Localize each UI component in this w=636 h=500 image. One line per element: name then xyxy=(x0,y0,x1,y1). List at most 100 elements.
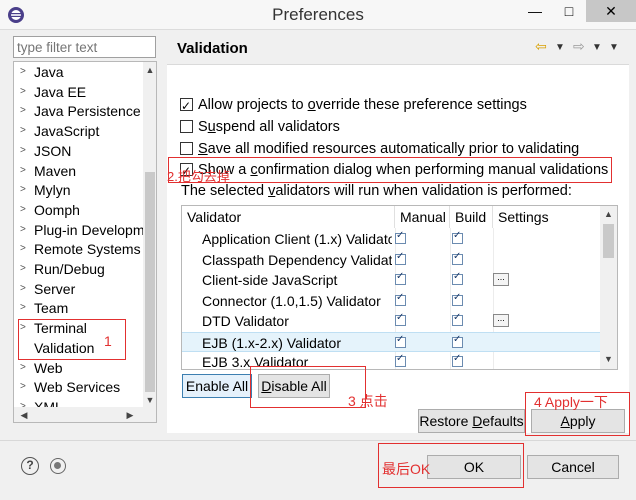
build-checkbox[interactable] xyxy=(452,292,463,306)
expand-arrow-icon[interactable]: > xyxy=(20,377,26,397)
annotation-label-2: 2.把勾去掉 xyxy=(167,169,230,184)
manual-checkbox[interactable] xyxy=(395,292,406,306)
tree-item[interactable]: > JavaScript xyxy=(14,121,142,141)
scroll-down-icon[interactable]: ▼ xyxy=(143,392,156,408)
tree-item[interactable]: > Java xyxy=(14,62,142,82)
column-header-build[interactable]: Build xyxy=(450,206,493,228)
enable-all-button[interactable]: Enable All xyxy=(182,374,252,398)
manual-checkbox[interactable] xyxy=(395,230,406,244)
tree-item-label: Plug-in Development xyxy=(34,221,157,238)
table-row[interactable]: Client-side JavaScript... xyxy=(182,270,600,291)
tree-item-label: Java EE xyxy=(34,83,87,100)
close-button[interactable]: ✕ xyxy=(586,0,636,22)
build-checkbox[interactable] xyxy=(452,251,463,265)
expand-arrow-icon[interactable]: > xyxy=(20,358,26,378)
validator-name: EJB (1.x-2.x) Validator xyxy=(202,334,342,351)
save-modified-label: Save all modified resources automaticall… xyxy=(198,141,580,157)
table-row[interactable]: Application Client (1.x) Validator xyxy=(182,229,600,250)
tree-item[interactable]: > Web xyxy=(14,358,142,378)
manual-checkbox[interactable] xyxy=(395,251,406,265)
back-arrow-icon[interactable]: ⇦ xyxy=(535,38,547,55)
table-row[interactable]: EJB (1.x-2.x) Validator xyxy=(182,331,600,352)
scroll-down-icon[interactable]: ▼ xyxy=(600,351,617,367)
tree-vertical-scrollbar[interactable]: ▲ ▼ xyxy=(143,62,156,408)
tree-item[interactable]: > Mylyn xyxy=(14,180,142,200)
forward-dropdown-icon[interactable]: ▼ xyxy=(592,42,602,53)
restore-defaults-button[interactable]: Restore Defaults xyxy=(418,409,525,433)
minimize-button[interactable]: — xyxy=(518,0,552,22)
title-bar: Preferences — □ ✕ xyxy=(0,0,636,30)
tree-item-label: JSON xyxy=(34,142,72,159)
settings-ellipsis-button[interactable]: ... xyxy=(493,273,509,286)
expand-arrow-icon[interactable]: > xyxy=(20,220,26,240)
build-checkbox[interactable] xyxy=(452,230,463,244)
tree-item-label: Team xyxy=(34,300,69,317)
filter-input[interactable] xyxy=(13,36,156,58)
table-row[interactable]: DTD Validator... xyxy=(182,311,600,332)
tree-item[interactable]: > Plug-in Development xyxy=(14,220,156,240)
table-vertical-scrollbar[interactable]: ▲ ▼ xyxy=(600,206,617,369)
expand-arrow-icon[interactable]: > xyxy=(20,62,26,82)
tree-item[interactable]: > Web Services xyxy=(14,377,142,397)
tree-item[interactable]: > Remote Systems xyxy=(14,239,142,259)
annotation-label-4: 4 Apply一下 xyxy=(534,394,608,410)
build-checkbox[interactable] xyxy=(452,334,463,348)
column-header-validator[interactable]: Validator xyxy=(182,206,395,228)
scroll-up-icon[interactable]: ▲ xyxy=(143,62,156,78)
tree-item[interactable]: > JSON xyxy=(14,141,142,161)
view-menu-icon[interactable]: ▼ xyxy=(609,42,619,53)
tree-item[interactable]: > Server xyxy=(14,279,142,299)
expand-arrow-icon[interactable]: > xyxy=(20,180,26,200)
tree-item[interactable]: > Java Persistence xyxy=(14,101,142,121)
expand-arrow-icon[interactable]: > xyxy=(20,82,26,102)
tree-item[interactable]: > Java EE xyxy=(14,82,142,102)
footer-divider xyxy=(0,440,636,441)
expand-arrow-icon[interactable]: > xyxy=(20,298,26,318)
scroll-thumb[interactable] xyxy=(603,224,614,258)
expand-arrow-icon[interactable]: > xyxy=(20,239,26,259)
tree-item[interactable]: > Maven xyxy=(14,161,142,181)
build-checkbox[interactable] xyxy=(452,271,463,285)
table-row[interactable]: Classpath Dependency Validator xyxy=(182,250,600,271)
cancel-button[interactable]: Cancel xyxy=(527,455,619,479)
manual-checkbox[interactable] xyxy=(395,334,406,348)
expand-arrow-icon[interactable]: > xyxy=(20,279,26,299)
tree-item[interactable]: > Run/Debug xyxy=(14,259,142,279)
build-checkbox[interactable] xyxy=(452,353,463,367)
column-header-settings[interactable]: Settings xyxy=(493,206,599,228)
scroll-thumb[interactable] xyxy=(145,172,155,392)
scroll-right-icon[interactable]: ▶ xyxy=(122,407,138,422)
manual-checkbox[interactable] xyxy=(395,312,406,326)
scroll-up-icon[interactable]: ▲ xyxy=(600,206,617,222)
validator-name: Application Client (1.x) Validator xyxy=(202,231,392,247)
expand-arrow-icon[interactable]: > xyxy=(20,161,26,181)
import-export-icon[interactable] xyxy=(50,458,66,474)
expand-arrow-icon[interactable]: > xyxy=(20,141,26,161)
forward-arrow-icon[interactable]: ⇨ xyxy=(573,38,585,55)
expand-arrow-icon[interactable]: > xyxy=(20,200,26,220)
validator-name: DTD Validator xyxy=(202,313,289,329)
tree-item-label: Server xyxy=(34,280,76,297)
manual-checkbox[interactable] xyxy=(395,271,406,285)
column-header-manual[interactable]: Manual xyxy=(395,206,450,228)
allow-override-checkbox[interactable] xyxy=(180,96,193,116)
scroll-left-icon[interactable]: ◀ xyxy=(16,407,32,422)
expand-arrow-icon[interactable]: > xyxy=(20,259,26,279)
build-checkbox[interactable] xyxy=(452,312,463,326)
suspend-checkbox[interactable] xyxy=(180,120,193,133)
table-row[interactable]: Connector (1.0,1.5) Validator xyxy=(182,291,600,312)
save-modified-checkbox[interactable] xyxy=(180,142,193,155)
tree-item[interactable]: > Team xyxy=(14,298,142,318)
tree-horizontal-scrollbar[interactable]: ◀ ▶ xyxy=(14,407,156,422)
validators-table: Validator Manual Build Settings Applicat… xyxy=(181,205,618,370)
back-dropdown-icon[interactable]: ▼ xyxy=(555,42,565,53)
table-row[interactable]: EJB 3.x Validator xyxy=(182,352,600,369)
expand-arrow-icon[interactable]: > xyxy=(20,121,26,141)
maximize-button[interactable]: □ xyxy=(552,0,586,22)
tree-item[interactable]: > Oomph xyxy=(14,200,142,220)
tree-item-label: Oomph xyxy=(34,201,80,218)
settings-ellipsis-button[interactable]: ... xyxy=(493,314,509,327)
expand-arrow-icon[interactable]: > xyxy=(20,101,26,121)
help-icon[interactable]: ? xyxy=(21,457,39,475)
manual-checkbox[interactable] xyxy=(395,353,406,367)
